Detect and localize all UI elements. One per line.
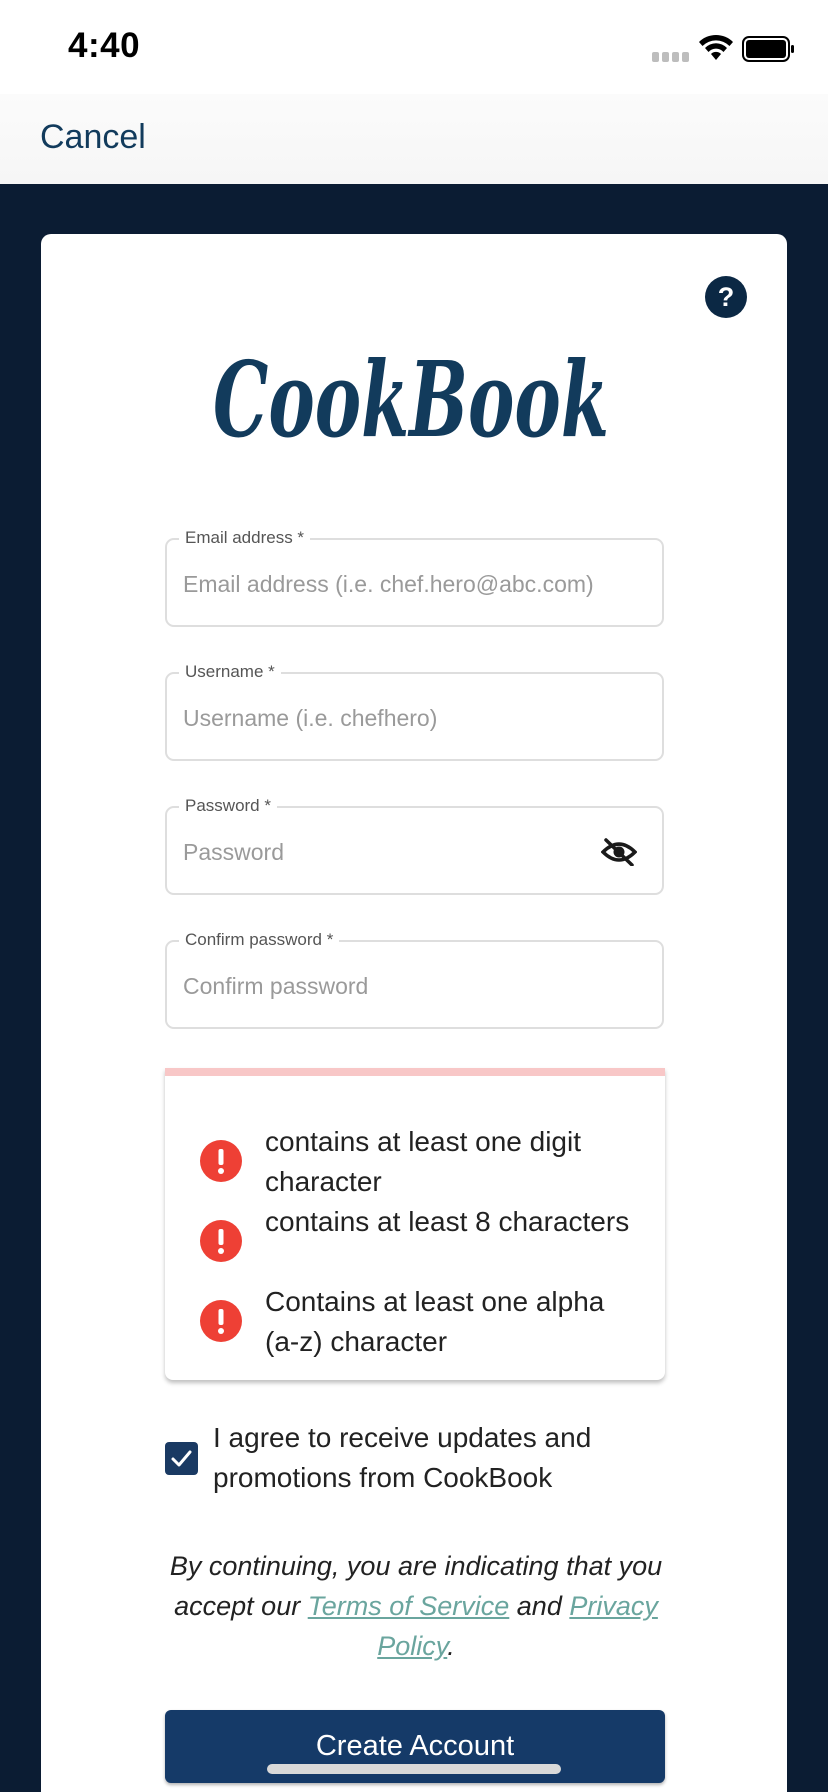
updates-consent-row[interactable]: I agree to receive updates and promotion… <box>165 1418 685 1508</box>
confirm-password-input[interactable] <box>183 964 603 1008</box>
updates-consent-label: I agree to receive updates and promotion… <box>213 1422 592 1493</box>
username-input[interactable] <box>183 696 603 740</box>
logo-text: CookBook <box>213 338 609 461</box>
email-label: Email address * <box>179 526 311 550</box>
requirement-item: Contains at least one alpha (a-z) charac… <box>165 1282 665 1362</box>
cookbook-logo: CookBook <box>213 338 609 461</box>
confirm-password-label: Confirm password * <box>179 928 340 952</box>
username-field[interactable]: Username * <box>165 660 664 761</box>
password-requirements: contains at least one digit character co… <box>165 1068 665 1380</box>
status-time: 4:40 <box>68 26 141 65</box>
signup-card: ? CookBook Email address * Username * Pa… <box>41 234 787 1792</box>
status-bar: 4:40 <box>0 0 828 94</box>
alert-icon <box>200 1300 242 1342</box>
signal-icon <box>652 52 690 62</box>
legal-notice: By continuing, you are indicating that y… <box>151 1546 681 1666</box>
cancel-button[interactable]: Cancel <box>40 118 146 157</box>
requirement-item: contains at least one digit character <box>165 1122 665 1202</box>
email-input[interactable] <box>183 562 603 606</box>
signup-screen: 4:40 Cancel ? CookBook Email address * E… <box>0 0 828 1792</box>
email-field[interactable]: Email address * <box>165 526 664 627</box>
updates-checkbox[interactable] <box>165 1442 198 1475</box>
requirement-item: contains at least 8 characters <box>165 1202 665 1282</box>
home-indicator <box>267 1764 561 1774</box>
password-input[interactable] <box>183 830 583 874</box>
help-icon[interactable]: ? <box>705 276 747 318</box>
terms-of-service-link[interactable]: Terms of Service <box>308 1591 510 1621</box>
username-label: Username * <box>179 660 281 684</box>
requirement-text: Contains at least one alpha (a-z) charac… <box>265 1286 605 1357</box>
password-label: Password * <box>179 794 277 818</box>
confirm-password-field[interactable]: Confirm password * <box>165 928 664 1029</box>
svg-text:?: ? <box>718 282 735 312</box>
battery-icon <box>742 36 794 62</box>
alert-icon <box>200 1220 242 1262</box>
nav-bar: Cancel <box>0 94 828 184</box>
eye-off-icon[interactable] <box>601 838 637 866</box>
alert-icon <box>200 1140 242 1182</box>
requirement-text: contains at least 8 characters <box>265 1206 630 1237</box>
password-field[interactable]: Password * <box>165 794 664 895</box>
legal-suffix: . <box>447 1631 455 1661</box>
requirement-text: contains at least one digit character <box>265 1126 581 1197</box>
legal-middle: and <box>509 1591 570 1621</box>
checkmark-icon <box>171 1450 192 1467</box>
wifi-icon <box>699 34 733 60</box>
